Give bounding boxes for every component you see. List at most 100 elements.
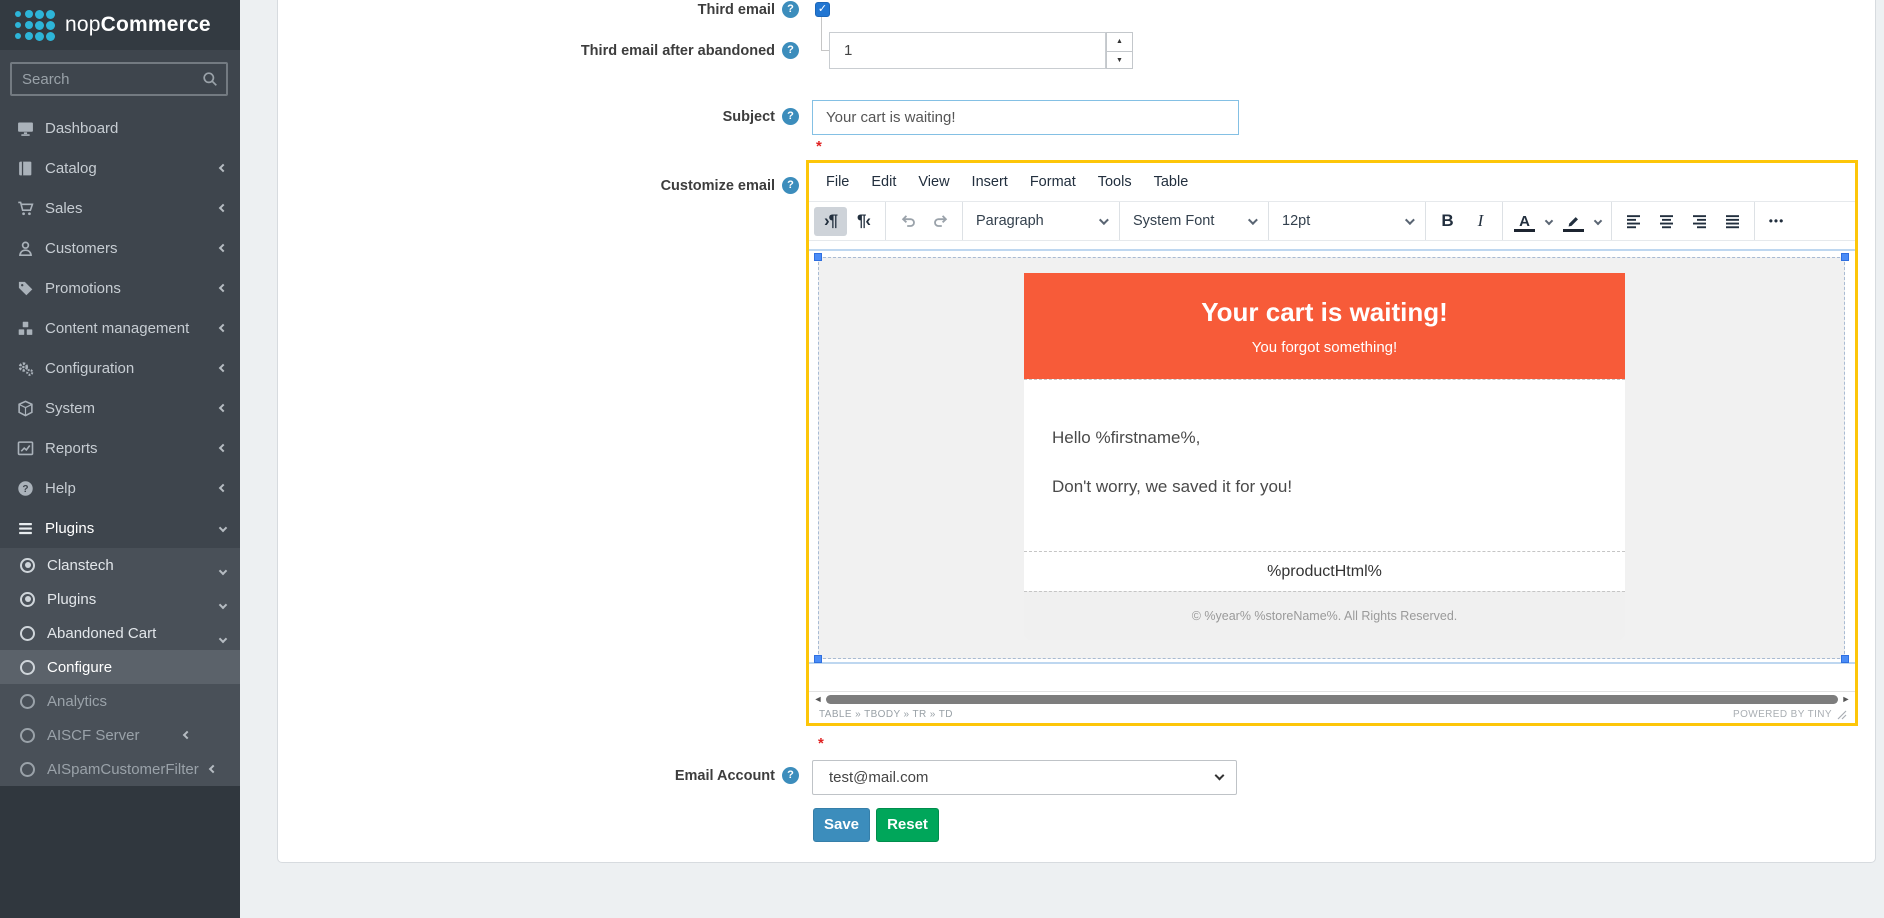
italic-button[interactable]: I (1464, 207, 1497, 236)
help-icon[interactable]: ? (782, 108, 799, 125)
align-justify-button[interactable] (1716, 207, 1749, 236)
editor-horizontal-scrollbar: ◄ ► (812, 692, 1852, 706)
chart-icon (17, 440, 34, 457)
customize-email-label: Customize email (300, 178, 775, 194)
chevron-down-icon (219, 524, 227, 532)
table-selection-bottom-line (809, 662, 1855, 664)
chevron-left-icon (219, 364, 227, 372)
align-left-button[interactable] (1617, 207, 1650, 236)
font-size-select[interactable]: 12pt (1274, 207, 1420, 236)
spinner-down-button[interactable]: ▼ (1106, 51, 1133, 70)
sidebar-item-aiscf-server[interactable]: AISCF Server (0, 718, 240, 752)
circle-icon (20, 660, 35, 675)
sidebar-item-configure[interactable]: Configure (0, 650, 240, 684)
spinner-up-button[interactable]: ▲ (1106, 32, 1133, 51)
chevron-down-icon (1099, 215, 1109, 225)
menu-table[interactable]: Table (1143, 169, 1200, 195)
more-toolbar-button[interactable]: ••• (1760, 207, 1793, 236)
text-color-menu-button[interactable] (1541, 207, 1557, 236)
ltr-button[interactable]: ›¶ (814, 207, 847, 236)
nopcommerce-logo[interactable]: nopCommerce (0, 0, 240, 50)
chevron-left-icon (219, 444, 227, 452)
sidebar-item-abandoned-cart[interactable]: Abandoned Cart (0, 616, 240, 650)
subject-input[interactable] (812, 100, 1239, 135)
chevron-left-icon (219, 204, 227, 212)
bold-button[interactable]: B (1431, 207, 1464, 236)
sidebar-item-dashboard[interactable]: Dashboard (0, 108, 240, 148)
help-icon[interactable]: ? (782, 767, 799, 784)
sidebar-item-plugins-sub[interactable]: Plugins (0, 582, 240, 616)
dot-circle-icon (20, 592, 35, 607)
resize-grip-icon[interactable] (1837, 710, 1847, 720)
sidebar-item-reports[interactable]: Reports (0, 428, 240, 468)
resize-handle-bottom-left[interactable] (814, 655, 822, 663)
menu-edit[interactable]: Edit (860, 169, 907, 195)
help-icon[interactable]: ? (782, 42, 799, 59)
redo-button[interactable] (924, 207, 957, 236)
question-circle-icon: ? (17, 480, 34, 497)
sidebar-item-customers[interactable]: Customers (0, 228, 240, 268)
email-preview[interactable]: Your cart is waiting! You forgot somethi… (1024, 273, 1625, 640)
sidebar-item-promotions[interactable]: Promotions (0, 268, 240, 308)
cubes-icon (17, 320, 34, 337)
sidebar-item-configuration[interactable]: Configuration (0, 348, 240, 388)
scrollbar-thumb[interactable] (826, 695, 1838, 704)
third-email-label: Third email (300, 2, 775, 18)
required-marker: * (816, 138, 822, 155)
resize-handle-top-left[interactable] (814, 253, 822, 261)
highlight-color-button[interactable] (1557, 207, 1590, 236)
menu-format[interactable]: Format (1019, 169, 1087, 195)
dot-circle-icon (20, 558, 35, 573)
admin-page: nopCommerce Dashboard Catalog Sales Cust… (0, 0, 1884, 918)
scroll-right-arrow[interactable]: ► (1840, 692, 1852, 706)
third-email-after-input[interactable] (829, 32, 1106, 69)
sidebar-item-catalog[interactable]: Catalog (0, 148, 240, 188)
block-format-select[interactable]: Paragraph (968, 207, 1114, 236)
help-icon[interactable]: ? (782, 177, 799, 194)
undo-button[interactable] (891, 207, 924, 236)
align-right-button[interactable] (1683, 207, 1716, 236)
chevron-left-icon (219, 164, 227, 172)
scrollbar-track[interactable] (824, 695, 1840, 704)
sidebar-item-clanstech[interactable]: Clanstech (0, 548, 240, 582)
menu-view[interactable]: View (907, 169, 960, 195)
email-account-select[interactable]: test@mail.com (812, 760, 1237, 795)
circle-icon (20, 728, 35, 743)
menu-tools[interactable]: Tools (1087, 169, 1143, 195)
highlight-color-menu-button[interactable] (1590, 207, 1606, 236)
menu-file[interactable]: File (815, 169, 860, 195)
search-input[interactable] (12, 64, 226, 94)
editor-menubar: File Edit View Insert Format Tools Table (809, 163, 1855, 202)
element-path[interactable]: TABLE » TBODY » TR » TD (819, 709, 953, 720)
chevron-left-icon (219, 324, 227, 332)
chevron-down-icon (1215, 771, 1225, 781)
rtl-button[interactable]: ¶‹ (847, 207, 880, 236)
sidebar-item-analytics[interactable]: Analytics (0, 684, 240, 718)
connector-line (821, 50, 829, 51)
reset-button[interactable]: Reset (876, 808, 939, 842)
sidebar-item-help[interactable]: ? Help (0, 468, 240, 508)
resize-handle-top-right[interactable] (1841, 253, 1849, 261)
scroll-left-arrow[interactable]: ◄ (812, 692, 824, 706)
email-heading: Your cart is waiting! (1024, 273, 1625, 328)
text-color-button[interactable]: A (1508, 207, 1541, 236)
resize-handle-bottom-right[interactable] (1841, 655, 1849, 663)
user-icon (17, 240, 34, 257)
sidebar-item-sales[interactable]: Sales (0, 188, 240, 228)
search-icon[interactable] (202, 71, 218, 87)
align-center-button[interactable] (1650, 207, 1683, 236)
chevron-down-icon (1405, 215, 1415, 225)
brand-text: nopCommerce (65, 13, 211, 37)
sidebar-item-content-management[interactable]: Content management (0, 308, 240, 348)
help-icon[interactable]: ? (782, 1, 799, 18)
menu-insert[interactable]: Insert (961, 169, 1019, 195)
email-header: Your cart is waiting! You forgot somethi… (1024, 273, 1625, 379)
chevron-down-icon (1594, 217, 1602, 225)
sidebar-item-system[interactable]: System (0, 388, 240, 428)
third-email-checkbox[interactable]: ✓ (815, 2, 830, 17)
sidebar-item-plugins[interactable]: Plugins (0, 508, 240, 548)
box-icon (17, 400, 34, 417)
font-family-select[interactable]: System Font (1125, 207, 1263, 236)
save-button[interactable]: Save (813, 808, 870, 842)
sidebar-item-aispamcustomerfilter[interactable]: AISpamCustomerFilter (0, 752, 240, 786)
